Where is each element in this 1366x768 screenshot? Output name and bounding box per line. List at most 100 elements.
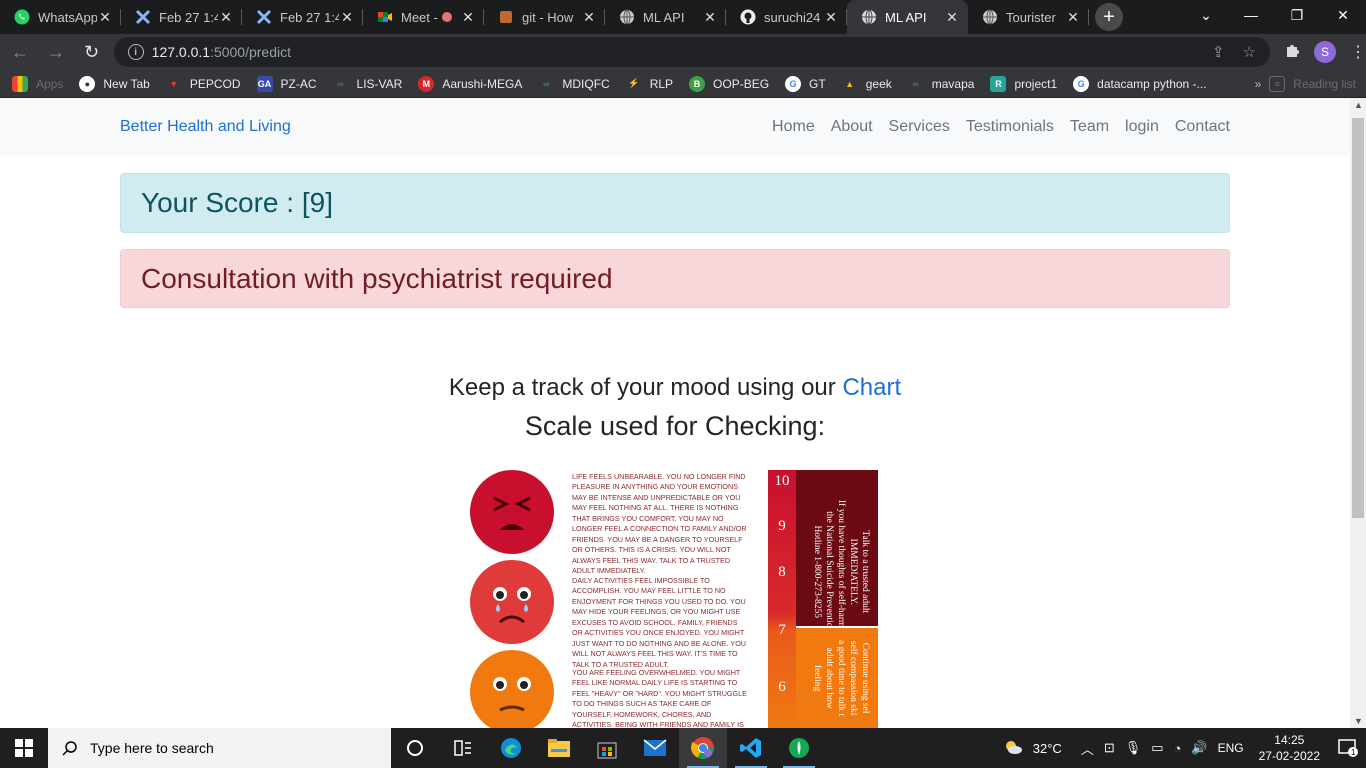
chart-link[interactable]: Chart <box>842 374 901 401</box>
widgets-icon[interactable] <box>439 728 487 768</box>
bookmark-geek[interactable]: ▲ geek <box>842 76 892 92</box>
score-text: Your Score : [9] <box>141 187 333 218</box>
url-path: :5000/predict <box>210 44 292 60</box>
chrome-icon[interactable] <box>679 728 727 768</box>
menu-kebab-icon[interactable]: ⋮ <box>1350 42 1366 62</box>
tab-zoom-2[interactable]: Feb 27 1:4 ✕ <box>242 0 363 34</box>
new-tab-button[interactable]: + <box>1095 3 1123 31</box>
profile-avatar[interactable]: S <box>1313 41 1336 63</box>
chevron-up-icon[interactable]: ︿ <box>1081 739 1094 758</box>
nav-testimonials[interactable]: Testimonials <box>966 118 1054 136</box>
nav-about[interactable]: About <box>831 118 873 136</box>
tab-title: WhatsApp <box>38 9 97 25</box>
close-icon[interactable]: ✕ <box>944 9 960 26</box>
network-adapter-icon[interactable]: ⊡ <box>1104 740 1115 756</box>
nav-login[interactable]: login <box>1125 118 1159 136</box>
nav-team[interactable]: Team <box>1070 118 1109 136</box>
nav-contact[interactable]: Contact <box>1175 118 1230 136</box>
bookmark-new-tab[interactable]: ● New Tab <box>79 75 150 92</box>
mongodb-compass-icon[interactable] <box>775 728 823 768</box>
bookmark-datacamp[interactable]: Gdatacamp python -... <box>1073 75 1207 92</box>
weather-icon[interactable] <box>1003 739 1023 758</box>
close-icon[interactable]: ✕ <box>339 9 355 26</box>
scale-desc-level-6: YOU ARE FEELING OVERWHELMED. YOU MIGHT F… <box>572 668 747 728</box>
bookmark-pz-ac[interactable]: GA PZ-AC <box>256 75 317 92</box>
nav-services[interactable]: Services <box>889 118 950 136</box>
address-bar[interactable]: i 127.0.0.1:5000/predict ⇪ ☆ <box>113 37 1270 67</box>
scrollbar-thumb[interactable] <box>1352 118 1364 518</box>
globe-icon <box>982 9 998 25</box>
bookmark-apps[interactable]: Apps <box>12 75 63 92</box>
bookmark-project1[interactable]: Rproject1 <box>990 75 1057 92</box>
reading-list[interactable]: ≡ Reading list <box>1269 75 1356 92</box>
clock[interactable]: 14:25 27-02-2022 <box>1259 732 1320 764</box>
input-language[interactable]: ENG <box>1218 741 1244 755</box>
nav-home[interactable]: Home <box>772 118 815 136</box>
battery-icon[interactable]: ▭ <box>1151 740 1163 756</box>
bookmark-mavapa[interactable]: ∞ mavapa <box>908 76 975 92</box>
zoom-x-icon <box>135 9 151 25</box>
clock-date: 27-02-2022 <box>1258 749 1320 763</box>
close-icon[interactable]: ✕ <box>1065 9 1081 26</box>
windows-start-icon[interactable] <box>0 728 48 768</box>
tab-tourister[interactable]: Tourister ✕ <box>968 0 1089 34</box>
bookmark-oop-beg[interactable]: B OOP-BEG <box>689 75 769 92</box>
close-icon[interactable]: ✕ <box>218 9 234 26</box>
share-icon[interactable]: ⇪ <box>1212 43 1225 61</box>
back-button[interactable]: ← <box>4 36 36 68</box>
task-view-icon[interactable] <box>391 728 439 768</box>
wifi-icon[interactable]: ◔ <box>1174 741 1182 756</box>
tab-github[interactable]: suruchi24 ✕ <box>726 0 847 34</box>
minimize-button[interactable]: — <box>1228 0 1274 30</box>
close-icon[interactable]: ✕ <box>702 9 718 26</box>
volume-icon[interactable]: 🔊 <box>1191 740 1207 756</box>
bookmarks-overflow-icon[interactable]: » <box>1255 77 1262 91</box>
google-icon: G <box>1073 75 1090 92</box>
bookmark-pepcod[interactable]: ▼ PEPCOD <box>166 76 240 92</box>
edge-icon[interactable] <box>487 728 535 768</box>
search-placeholder: Type here to search <box>90 740 214 756</box>
worried-face-icon <box>470 650 554 728</box>
page-scrollbar[interactable]: ▲ ▼ <box>1350 98 1366 728</box>
mail-icon[interactable] <box>631 728 679 768</box>
tab-git[interactable]: git - How ✕ <box>484 0 605 34</box>
site-navbar: Better Health and Living Home About Serv… <box>0 98 1350 156</box>
vscode-icon[interactable] <box>727 728 775 768</box>
bookmark-star-icon[interactable]: ☆ <box>1243 43 1256 61</box>
tab-whatsapp[interactable]: WhatsApp ✕ <box>0 0 121 34</box>
tab-ml-api-1[interactable]: ML API ✕ <box>605 0 726 34</box>
close-icon[interactable]: ✕ <box>823 9 839 26</box>
tab-meet[interactable]: Meet - ✕ <box>363 0 484 34</box>
weather-temp[interactable]: 32°C <box>1033 741 1062 756</box>
microphone-icon[interactable]: 🎙 <box>1125 740 1142 756</box>
reload-button[interactable]: ↻ <box>76 36 108 68</box>
scroll-down-icon[interactable]: ▼ <box>1354 716 1363 726</box>
windows-taskbar: Type here to search 32°C ︿ ⊡ 🎙 ▭ ◔ 🔊 ENG… <box>0 728 1366 768</box>
extensions-puzzle-icon[interactable] <box>1284 42 1300 63</box>
site-brand-link[interactable]: Better Health and Living <box>120 118 291 136</box>
close-icon[interactable]: ✕ <box>581 9 597 26</box>
taskbar-search-box[interactable]: Type here to search <box>48 728 391 768</box>
close-icon[interactable]: ✕ <box>97 9 113 26</box>
tab-zoom-1[interactable]: Feb 27 1:4 ✕ <box>121 0 242 34</box>
browser-toolbar: ← → ↻ i 127.0.0.1:5000/predict ⇪ ☆ S ⋮ <box>0 34 1366 70</box>
close-window-button[interactable]: ✕ <box>1320 0 1366 30</box>
forward-button[interactable]: → <box>40 36 72 68</box>
tab-ml-api-active[interactable]: ML API ✕ <box>847 0 968 34</box>
notification-center-icon[interactable]: 1 <box>1330 728 1366 768</box>
scroll-up-icon[interactable]: ▲ <box>1354 100 1363 110</box>
file-explorer-icon[interactable] <box>535 728 583 768</box>
store-icon[interactable] <box>583 728 631 768</box>
bookmark-rlp[interactable]: ⚡ RLP <box>626 76 673 92</box>
chevron-down-icon[interactable]: ⌄ <box>1184 0 1228 30</box>
bookmark-gt[interactable]: G GT <box>785 75 826 92</box>
bookmark-mdiqfc[interactable]: ∞ MDIQFC <box>538 76 610 92</box>
bookmark-aarushi-mega[interactable]: M Aarushi-MEGA <box>418 75 522 92</box>
clock-time: 14:25 <box>1274 733 1305 747</box>
restore-button[interactable]: ❐ <box>1274 0 1320 30</box>
scale-number-8: 8 <box>778 564 786 580</box>
site-info-icon[interactable]: i <box>127 44 144 60</box>
globe-icon: ● <box>79 75 96 92</box>
bookmark-lis-var[interactable]: ∞ LIS-VAR <box>333 76 402 92</box>
close-icon[interactable]: ✕ <box>460 9 476 26</box>
